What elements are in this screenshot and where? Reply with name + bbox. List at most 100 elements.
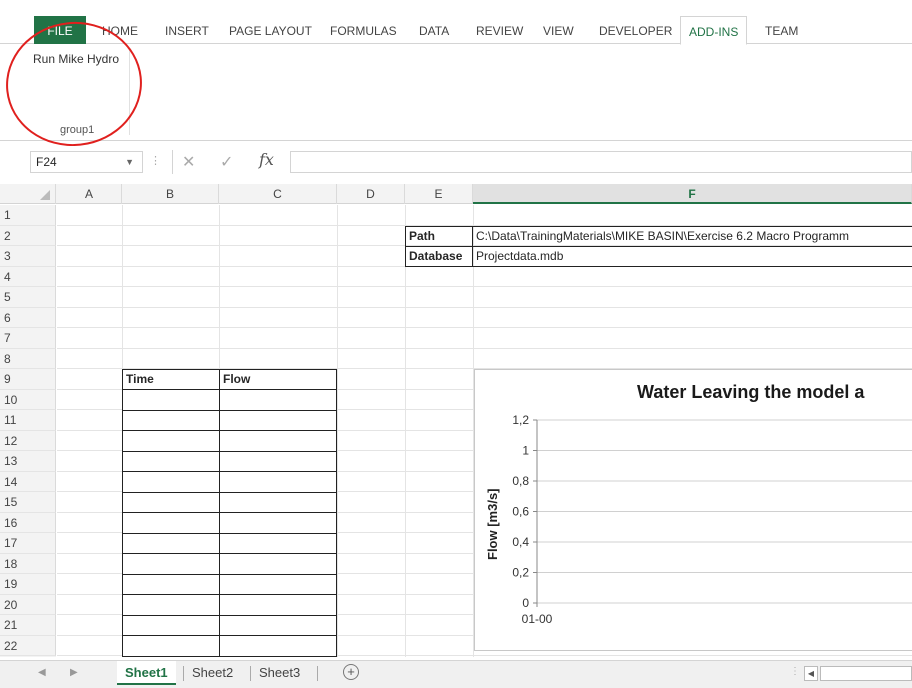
flow-cell[interactable] — [219, 430, 337, 452]
tab-file[interactable]: FILE — [34, 16, 86, 44]
flow-header-cell[interactable]: Flow — [219, 369, 337, 390]
flow-cell[interactable] — [219, 553, 337, 575]
time-cell[interactable] — [122, 471, 220, 493]
insert-function-icon[interactable]: fx — [259, 150, 274, 169]
row-header-7[interactable]: 7 — [0, 328, 56, 349]
row-header-6[interactable]: 6 — [0, 307, 56, 328]
row-header-19[interactable]: 19 — [0, 574, 56, 595]
column-header-b[interactable]: B — [122, 184, 219, 204]
row-header-18[interactable]: 18 — [0, 553, 56, 574]
time-cell[interactable] — [122, 512, 220, 534]
run-mike-hydro-button[interactable]: Run Mike Hydro — [33, 52, 119, 66]
flow-cell[interactable] — [219, 409, 337, 431]
tab-review[interactable]: REVIEW — [468, 16, 531, 44]
row-header-12[interactable]: 12 — [0, 430, 56, 451]
tab-page-layout[interactable]: PAGE LAYOUT — [221, 16, 320, 44]
column-header-e[interactable]: E — [405, 184, 473, 204]
column-header-c[interactable]: C — [219, 184, 337, 204]
column-header-d[interactable]: D — [337, 184, 405, 204]
flow-cell[interactable] — [219, 635, 337, 657]
time-header-cell[interactable]: Time — [122, 369, 220, 390]
flow-cell[interactable] — [219, 512, 337, 534]
tab-formulas[interactable]: FORMULAS — [322, 16, 405, 44]
row-header-1[interactable]: 1 — [0, 205, 56, 226]
ribbon-group-separator — [129, 49, 130, 135]
path-label-cell[interactable]: Path — [405, 226, 473, 247]
tab-home[interactable]: HOME — [94, 16, 146, 44]
row-header-13[interactable]: 13 — [0, 451, 56, 472]
select-all-icon — [40, 190, 50, 200]
row-header-5[interactable]: 5 — [0, 287, 56, 308]
scroll-tabs-right-icon[interactable]: ▶ — [70, 667, 78, 678]
flow-cell[interactable] — [219, 471, 337, 493]
add-sheet-icon[interactable]: + — [343, 664, 359, 680]
sheet-tab-sheet2[interactable]: Sheet2 — [184, 661, 241, 685]
row-header-15[interactable]: 15 — [0, 492, 56, 513]
row-header-17[interactable]: 17 — [0, 533, 56, 554]
chart-y-tick-label: 0,2 — [512, 566, 529, 580]
row-header-3[interactable]: 3 — [0, 246, 56, 267]
flow-chart[interactable]: Water Leaving the model a Flow [m3/s] 1,… — [474, 369, 912, 651]
time-cell[interactable] — [122, 389, 220, 411]
row-header-22[interactable]: 22 — [0, 635, 56, 656]
chart-y-tick-label: 0,8 — [512, 474, 529, 488]
time-cell[interactable] — [122, 573, 220, 595]
tab-insert[interactable]: INSERT — [157, 16, 217, 44]
scrollbar-track[interactable] — [820, 666, 912, 681]
row-header-10[interactable]: 10 — [0, 389, 56, 410]
path-value-cell[interactable]: C:\Data\TrainingMaterials\MIKE BASIN\Exe… — [472, 226, 912, 247]
tab-team[interactable]: TEAM — [757, 16, 806, 44]
database-label-cell[interactable]: Database — [405, 246, 473, 267]
ribbon-group-label: group1 — [60, 124, 95, 136]
sheet-tab-sheet1[interactable]: Sheet1 — [117, 661, 176, 685]
sheet-tab-sheet3[interactable]: Sheet3 — [251, 661, 308, 685]
time-cell[interactable] — [122, 491, 220, 513]
flow-cell[interactable] — [219, 614, 337, 636]
check-icon[interactable]: ✓ — [220, 152, 233, 172]
tab-developer[interactable]: DEVELOPER — [591, 16, 680, 44]
row-header-20[interactable]: 20 — [0, 594, 56, 615]
time-cell[interactable] — [122, 532, 220, 554]
flow-cell[interactable] — [219, 491, 337, 513]
formula-input[interactable] — [290, 151, 912, 173]
chevron-down-icon[interactable]: ▼ — [125, 152, 134, 172]
gridline-horizontal — [57, 347, 912, 349]
flow-cell[interactable] — [219, 594, 337, 616]
time-cell[interactable] — [122, 409, 220, 431]
chart-y-tick-label: 0,6 — [512, 505, 529, 519]
select-all-corner[interactable] — [0, 184, 56, 204]
tab-data[interactable]: DATA — [411, 16, 457, 44]
horizontal-scrollbar[interactable]: ⋮ ◀ — [790, 666, 912, 682]
scroll-tabs-left-icon[interactable]: ◀ — [38, 667, 46, 678]
row-header-14[interactable]: 14 — [0, 471, 56, 492]
time-cell[interactable] — [122, 635, 220, 657]
flow-cell[interactable] — [219, 450, 337, 472]
time-cell[interactable] — [122, 553, 220, 575]
row-header-2[interactable]: 2 — [0, 225, 56, 246]
tab-add-ins[interactable]: ADD-INS — [680, 16, 748, 45]
name-box-value: F24 — [36, 155, 57, 169]
excel-window: FILE HOME INSERT PAGE LAYOUT FORMULAS DA… — [0, 0, 912, 688]
flow-cell[interactable] — [219, 389, 337, 411]
tab-view[interactable]: VIEW — [535, 16, 582, 44]
row-header-21[interactable]: 21 — [0, 615, 56, 636]
row-header-11[interactable]: 11 — [0, 410, 56, 431]
cancel-icon[interactable]: ✕ — [182, 152, 195, 172]
flow-cell[interactable] — [219, 532, 337, 554]
row-header-8[interactable]: 8 — [0, 348, 56, 369]
time-cell[interactable] — [122, 450, 220, 472]
flow-cell[interactable] — [219, 573, 337, 595]
row-header-9[interactable]: 9 — [0, 369, 56, 390]
row-header-16[interactable]: 16 — [0, 512, 56, 533]
sheet-tab-separator — [317, 666, 318, 681]
name-box[interactable]: F24 ▼ — [30, 151, 143, 173]
row-header-4[interactable]: 4 — [0, 266, 56, 287]
column-header-f[interactable]: F — [473, 184, 912, 204]
time-cell[interactable] — [122, 430, 220, 452]
scroll-left-icon[interactable]: ◀ — [804, 666, 818, 681]
database-value-cell[interactable]: Projectdata.mdb — [472, 246, 912, 267]
time-cell[interactable] — [122, 594, 220, 616]
time-cell[interactable] — [122, 614, 220, 636]
gridline-vertical — [405, 205, 406, 657]
column-header-a[interactable]: A — [57, 184, 122, 204]
